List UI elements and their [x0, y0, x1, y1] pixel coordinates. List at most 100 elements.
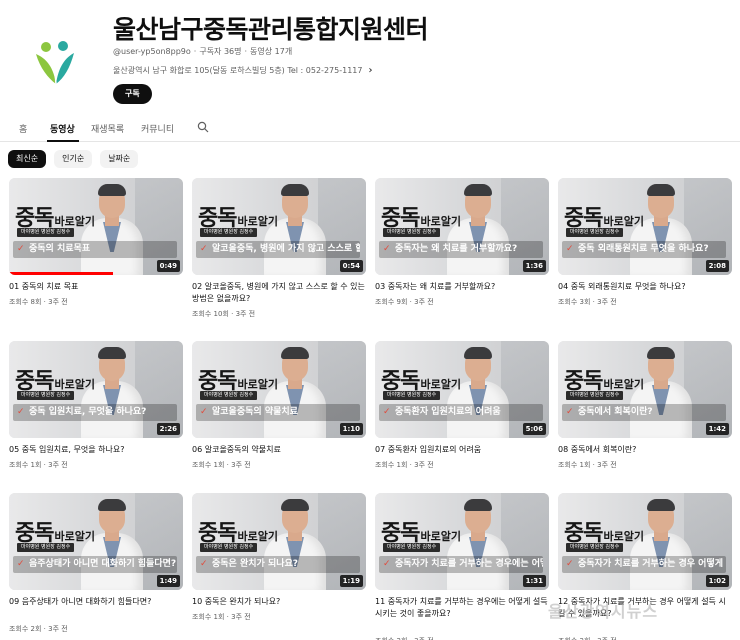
speaker-tag: 마야병원 병원장 김정수	[200, 228, 258, 237]
speaker-tag: 마야병원 병원장 김정수	[566, 228, 624, 237]
duration-badge: 1:19	[339, 575, 363, 587]
video-meta: 조회수 2회 · 3주 전	[9, 625, 68, 633]
subscribe-button[interactable]: 구독	[113, 84, 152, 104]
thumbnail-caption: 중독자가 치료를 거부하는 경우에는 어떻게 설득 시키는 것이 좋을까요?	[379, 556, 543, 573]
brand-small-text: 바로알기	[603, 530, 644, 543]
thumbnail-caption: 중독자가 치료를 거부하는 경우 어떻게 설득 시킬 수 있을까요?	[562, 556, 726, 573]
duration-badge: 5:06	[522, 423, 546, 435]
video-thumbnail[interactable]: 중독바로알기마야병원 병원장 김정수알코올중독의 약물치료1:10	[192, 341, 366, 438]
chip-oldest[interactable]: 날짜순	[100, 150, 139, 168]
video-thumbnail[interactable]: 중독바로알기마야병원 병원장 김정수중독의 치료목표0:49	[9, 178, 183, 275]
video-title[interactable]: 03 중독자는 왜 치료를 거부할까요?	[375, 281, 549, 293]
video-thumbnail[interactable]: 중독바로알기마야병원 병원장 김정수중독은 완치가 되나요?1:19	[192, 493, 366, 590]
speaker-tag: 마야병원 병원장 김정수	[383, 391, 441, 400]
video-meta: 조회수 10회 · 3주 전	[192, 310, 256, 318]
video-title[interactable]: 02 알코올중독, 병원에 가지 않고 스스로 할 수 있는 방법은 없을까요?	[192, 281, 366, 305]
video-thumbnail[interactable]: 중독바로알기마야병원 병원장 김정수중독환자 입원치료의 어려움5:06	[375, 341, 549, 438]
video-thumbnail[interactable]: 중독바로알기마야병원 병원장 김정수중독자가 치료를 거부하는 경우 어떻게 설…	[558, 493, 732, 590]
brand-small-text: 바로알기	[603, 215, 644, 228]
brand-small-text: 바로알기	[54, 530, 95, 543]
video-meta: 조회수 2회 · 3주 전	[375, 636, 434, 640]
channel-name: 울산남구중독관리통합지원센터	[113, 15, 429, 44]
duration-badge: 1:49	[156, 575, 180, 587]
video-title[interactable]: 06 알코올중독의 약물치료	[192, 444, 366, 456]
tab-home[interactable]: 홈	[19, 122, 27, 135]
duration-badge: 1:42	[705, 423, 729, 435]
video-thumbnail[interactable]: 중독바로알기마야병원 병원장 김정수중독자가 치료를 거부하는 경우에는 어떻게…	[375, 493, 549, 590]
subscriber-count: 구독자 36명	[199, 47, 242, 56]
active-tab-underline	[47, 140, 79, 142]
chip-latest[interactable]: 최신순	[8, 150, 47, 168]
video-thumbnail[interactable]: 중독바로알기마야병원 병원장 김정수중독자는 왜 치료를 거부할까요?1:36	[375, 178, 549, 275]
tab-community[interactable]: 커뮤니티	[141, 122, 174, 135]
video-thumbnail[interactable]: 중독바로알기마야병원 병원장 김정수중독에서 회복이란?1:42	[558, 341, 732, 438]
thumbnail-caption: 중독은 완치가 되나요?	[196, 556, 360, 573]
video-thumbnail[interactable]: 중독바로알기마야병원 병원장 김정수알코올중독, 병원에 가지 않고 스스로 할…	[192, 178, 366, 275]
brand-small-text: 바로알기	[237, 215, 278, 228]
doctor-hair	[464, 184, 492, 196]
thumbnail-caption: 중독 외래통원치료 무엇을 하나요?	[562, 241, 726, 258]
thumbnail-caption: 알코올중독의 약물치료	[196, 404, 360, 421]
video-count: 동영상 17개	[250, 47, 293, 56]
video-title[interactable]: 08 중독에서 회복이란?	[558, 444, 732, 456]
thumbnail-caption: 중독의 치료목표	[13, 241, 177, 258]
video-title[interactable]: 05 중독 입원치료, 무엇을 하나요?	[9, 444, 183, 456]
tab-videos[interactable]: 동영상	[50, 122, 75, 135]
speaker-tag: 마야병원 병원장 김정수	[200, 391, 258, 400]
video-meta: 조회수 1회 · 3주 전	[375, 461, 434, 469]
doctor-hair	[647, 499, 675, 511]
brand-small-text: 바로알기	[237, 530, 278, 543]
doctor-hair	[98, 184, 126, 196]
brand-small-text: 바로알기	[603, 378, 644, 391]
thumbnail-caption: 알코올중독, 병원에 가지 않고 스스로 할 수 있는 방법은 없을까요?	[196, 241, 360, 258]
doctor-hair	[464, 347, 492, 359]
video-meta: 조회수 1회 · 3주 전	[192, 613, 251, 621]
duration-badge: 2:08	[705, 260, 729, 272]
speaker-tag: 마야병원 병원장 김정수	[566, 391, 624, 400]
video-title[interactable]: 07 중독환자 입원치료의 어려움	[375, 444, 549, 456]
doctor-hair	[647, 347, 675, 359]
brand-small-text: 바로알기	[420, 530, 461, 543]
doctor-hair	[281, 499, 309, 511]
doctor-hair	[98, 499, 126, 511]
channel-meta: @user-yp5on8pp9o · 구독자 36명 · 동영상 17개	[113, 47, 293, 56]
channel-description[interactable]: 울산광역시 남구 화합로 105(달동 로하스빌딩 5층) Tel : 052-…	[113, 65, 372, 76]
tab-playlists[interactable]: 재생목록	[91, 122, 124, 135]
video-meta: 조회수 3회 · 3주 전	[558, 298, 617, 306]
video-thumbnail[interactable]: 중독바로알기마야병원 병원장 김정수중독 외래통원치료 무엇을 하나요?2:08	[558, 178, 732, 275]
doctor-hair	[281, 184, 309, 196]
video-meta: 조회수 1회 · 3주 전	[558, 461, 617, 469]
watermark: 울산광역시뉴스	[548, 602, 659, 621]
video-thumbnail[interactable]: 중독바로알기마야병원 병원장 김정수음주상태가 아니면 대화하기 힘들다면?1:…	[9, 493, 183, 590]
brand-small-text: 바로알기	[54, 378, 95, 391]
speaker-tag: 마야병원 병원장 김정수	[383, 543, 441, 552]
duration-badge: 0:54	[339, 260, 363, 272]
channel-header: 울산남구중독관리통합지원센터 @user-yp5on8pp9o · 구독자 36명 ·…	[0, 0, 740, 112]
video-meta: 조회수 1회 · 3주 전	[9, 461, 68, 469]
sort-chips: 최신순 인기순 날짜순	[8, 150, 139, 168]
brand-small-text: 바로알기	[420, 378, 461, 391]
chip-popular[interactable]: 인기순	[54, 150, 93, 168]
video-thumbnail[interactable]: 중독바로알기마야병원 병원장 김정수중독 입원치료, 무엇을 하나요?2:26	[9, 341, 183, 438]
video-title[interactable]: 09 음주상태가 아니면 대화하기 힘들다면?	[9, 596, 183, 608]
channel-handle: @user-yp5on8pp9o	[113, 47, 191, 56]
video-title[interactable]: 01 중독의 치료 목표	[9, 281, 183, 293]
brand-small-text: 바로알기	[237, 378, 278, 391]
doctor-hair	[464, 499, 492, 511]
duration-badge: 1:36	[522, 260, 546, 272]
chevron-right-icon[interactable]: ›	[368, 65, 372, 76]
duration-badge: 2:26	[156, 423, 180, 435]
speaker-tag: 마야병원 병원장 김정수	[383, 228, 441, 237]
video-title[interactable]: 04 중독 외래통원치료 무엇을 하나요?	[558, 281, 732, 293]
speaker-tag: 마야병원 병원장 김정수	[17, 391, 75, 400]
video-title[interactable]: 10 중독은 완치가 되나요?	[192, 596, 366, 608]
doctor-hair	[281, 347, 309, 359]
video-meta: 조회수 9회 · 3주 전	[375, 298, 434, 306]
duration-badge: 1:02	[705, 575, 729, 587]
speaker-tag: 마야병원 병원장 김정수	[200, 543, 258, 552]
duration-badge: 1:31	[522, 575, 546, 587]
video-title[interactable]: 11 중독자가 치료를 거부하는 경우에는 어떻게 설득 시키는 것이 좋을까요…	[375, 596, 549, 620]
channel-logo-icon[interactable]	[30, 38, 80, 88]
search-icon[interactable]	[197, 121, 209, 133]
video-meta: 조회수 2회 · 3주 전	[558, 636, 617, 640]
